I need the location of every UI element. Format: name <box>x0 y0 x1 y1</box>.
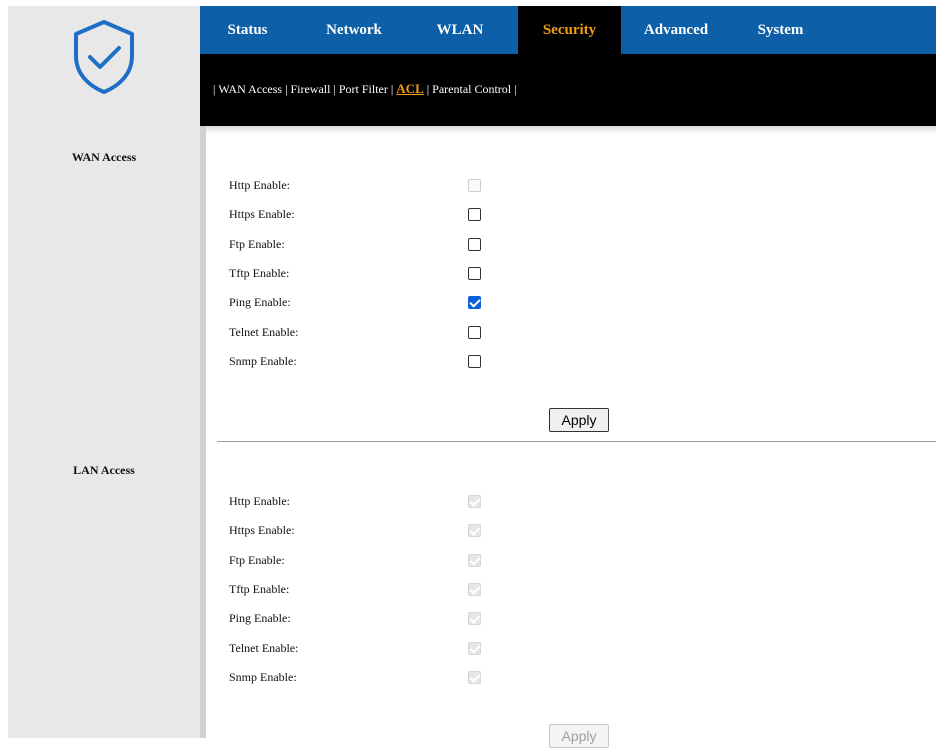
sub-nav: | WAN Access | Firewall | Port Filter | … <box>200 54 936 126</box>
subnav-port-filter[interactable]: Port Filter <box>339 82 388 96</box>
wan-apply-button[interactable]: Apply <box>549 408 609 432</box>
wan-option-checkbox[interactable] <box>468 179 481 192</box>
lan-option-label: Telnet Enable: <box>229 640 299 655</box>
wan-option-checkbox[interactable] <box>468 208 481 222</box>
subnav-parental-control[interactable]: Parental Control <box>432 82 511 96</box>
tab-security[interactable]: Security <box>518 6 621 54</box>
lan-apply-button[interactable]: Apply <box>549 724 609 748</box>
wan-option-checkbox[interactable] <box>468 325 481 339</box>
wan-option-label: Https Enable: <box>229 207 295 222</box>
wan-option-checkbox[interactable] <box>468 354 481 368</box>
separator: | <box>511 82 517 96</box>
lan-option-checkbox[interactable] <box>468 641 481 655</box>
separator: | <box>423 82 433 96</box>
lan-option-checkbox[interactable] <box>468 612 481 626</box>
lan-option-checkbox[interactable] <box>468 553 481 567</box>
section-divider <box>217 441 936 442</box>
lan-option-label: Snmp Enable: <box>229 669 297 684</box>
sub-nav-row: | WAN Access | Firewall | Port Filter | … <box>213 81 517 97</box>
wan-option-checkbox[interactable] <box>468 266 481 280</box>
wan-option-label: Ping Enable: <box>229 295 291 310</box>
lan-option-label: Ping Enable: <box>229 611 291 626</box>
lan-option-label: Tftp Enable: <box>229 581 290 596</box>
wan-option-checkbox[interactable] <box>468 296 481 310</box>
lan-option-checkbox[interactable] <box>468 524 481 538</box>
lan-option-label: Https Enable: <box>229 523 295 538</box>
tab-status[interactable]: Status <box>200 6 295 54</box>
content-panel: Apply Apply Http Enable: Https Enable: Ftp… <box>206 134 936 748</box>
subnav-firewall[interactable]: Firewall <box>290 82 330 96</box>
lan-option-checkbox[interactable] <box>468 495 481 508</box>
tab-network[interactable]: Network <box>304 6 404 54</box>
shield-check-icon <box>74 20 134 94</box>
tab-wlan[interactable]: WLAN <box>415 6 505 54</box>
wan-option-checkbox[interactable] <box>468 237 481 251</box>
lan-option-checkbox[interactable] <box>468 582 481 596</box>
content-border <box>200 126 936 134</box>
lan-option-label: Http Enable: <box>229 494 290 508</box>
subnav-acl[interactable]: ACL <box>396 81 423 96</box>
tab-advanced[interactable]: Advanced <box>626 6 726 54</box>
top-strip <box>0 0 936 4</box>
wan-option-label: Telnet Enable: <box>229 324 299 339</box>
wan-option-label: Ftp Enable: <box>229 236 285 251</box>
lan-option-label: Ftp Enable: <box>229 552 285 567</box>
subnav-wan-access[interactable]: WAN Access <box>218 82 282 96</box>
main-nav: Status Network WLAN Security Advanced Sy… <box>200 6 936 54</box>
wan-option-label: Http Enable: <box>229 178 290 192</box>
wan-option-label: Tftp Enable: <box>229 265 290 280</box>
sidebar: WAN Access LAN Access <box>8 126 200 738</box>
lan-option-checkbox[interactable] <box>468 670 481 684</box>
wan-option-label: Snmp Enable: <box>229 353 297 368</box>
lan-access-heading: LAN Access <box>73 463 135 477</box>
wan-access-heading: WAN Access <box>71 150 137 164</box>
separator: | <box>330 82 339 96</box>
logo-area <box>8 6 200 126</box>
tab-system[interactable]: System <box>733 6 828 54</box>
